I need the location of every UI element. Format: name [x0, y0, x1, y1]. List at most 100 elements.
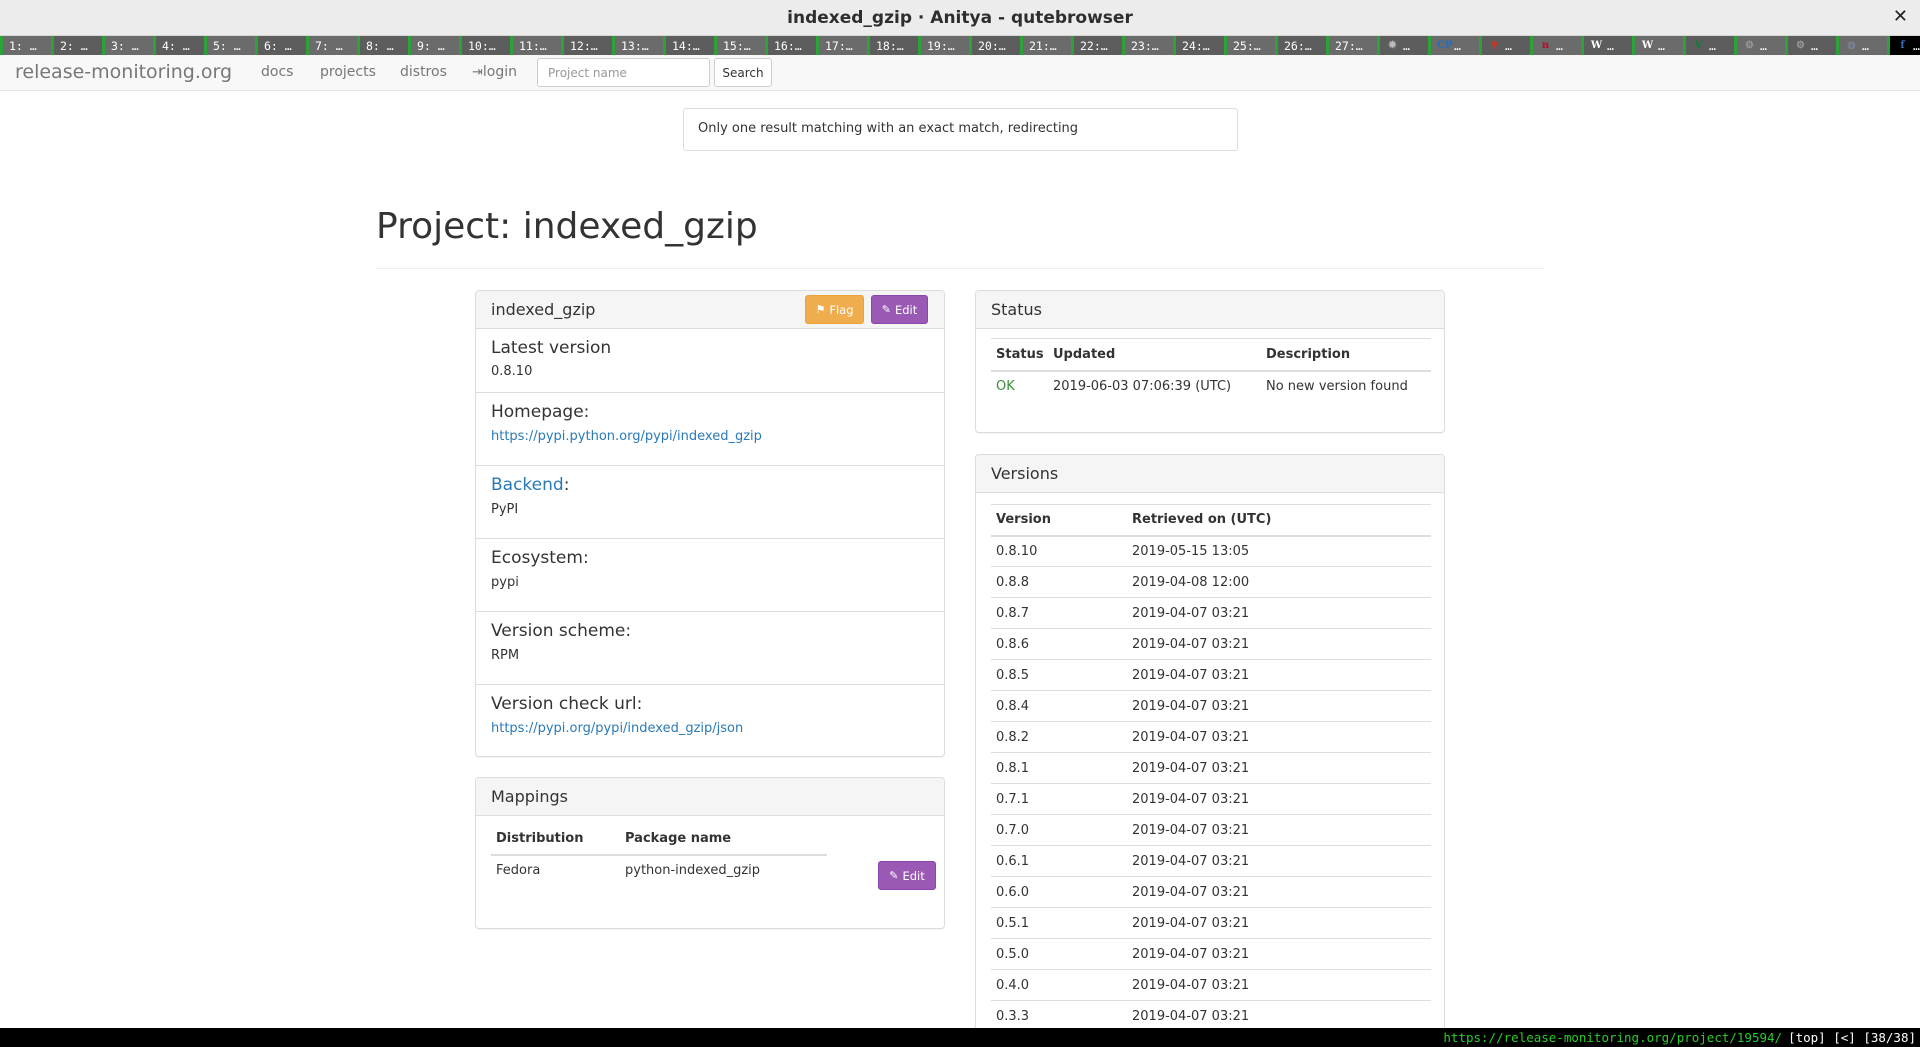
browser-tab[interactable]: CP… — [1428, 36, 1479, 55]
ecosystem-label: Ecosystem: — [491, 548, 589, 568]
version-number: 0.7.0 — [991, 814, 1127, 846]
nav-distros-link[interactable]: distros — [400, 64, 447, 80]
browser-tab[interactable]: 23:… — [1122, 36, 1173, 55]
tab-label: 6: … — [264, 38, 292, 53]
browser-tab[interactable]: 6: … — [255, 36, 306, 55]
fedora-icon: f — [1900, 40, 1905, 51]
version-retrieved: 2019-04-07 03:21 — [1127, 690, 1431, 722]
browser-tab[interactable]: 15:… — [714, 36, 765, 55]
mappings-heading: Mappings — [476, 778, 944, 816]
tab-label: 21:… — [1029, 38, 1057, 53]
version-number: 0.8.1 — [991, 752, 1127, 784]
latest-version-label: Latest version — [491, 338, 612, 358]
table-row: 0.8.7 2019-04-07 03:21 — [991, 597, 1431, 629]
flag-icon: ⚑ — [815, 303, 826, 316]
mapping-package: python-indexed_gzip — [625, 863, 761, 878]
browser-tab[interactable]: 22:… — [1071, 36, 1122, 55]
versions-body: 0.8.10 2019-05-15 13:05 0.8.8 2019-04-08 12… — [991, 535, 1431, 1028]
version-number: 0.8.7 — [991, 597, 1127, 629]
bug-icon: ✹ — [1388, 40, 1397, 51]
browser-tab[interactable]: ⚙… — [1734, 36, 1785, 55]
tab-label: … — [1505, 38, 1512, 53]
tab-label: … — [1709, 38, 1716, 53]
flag-button[interactable]: ⚑ Flag — [805, 295, 864, 324]
tab-label: … — [1403, 38, 1410, 53]
browser-tab[interactable]: n… — [1530, 36, 1581, 55]
browser-tab[interactable]: f… — [1887, 36, 1920, 55]
table-row: 0.8.4 2019-04-07 03:21 — [991, 690, 1431, 722]
browser-tab[interactable]: 3: … — [102, 36, 153, 55]
versions-panel: Versions Version Retrieved on (UTC) 0.8.… — [975, 454, 1445, 1028]
browser-tab[interactable]: ◍… — [1836, 36, 1887, 55]
browser-tab[interactable]: 16:… — [765, 36, 816, 55]
edit-mapping-button[interactable]: ✎ Edit — [878, 861, 936, 890]
browser-tab[interactable]: 7: … — [306, 36, 357, 55]
backend-link[interactable]: Backend — [491, 475, 564, 495]
nav-login-link[interactable]: ⇥login — [472, 64, 517, 80]
edit-project-button[interactable]: ✎ Edit — [871, 295, 928, 324]
browser-tab[interactable]: 9: … — [408, 36, 459, 55]
brand-link[interactable]: release-monitoring.org — [15, 61, 232, 83]
browser-tab[interactable]: 13:… — [612, 36, 663, 55]
browser-tab[interactable]: 25:… — [1224, 36, 1275, 55]
table-row: 0.6.0 2019-04-07 03:21 — [991, 876, 1431, 908]
browser-tab[interactable]: 17:… — [816, 36, 867, 55]
versions-header-version: Version — [991, 504, 1127, 537]
browser-tab[interactable]: 24:… — [1173, 36, 1224, 55]
tab-label: 17:… — [825, 38, 853, 53]
version-number: 0.8.8 — [991, 566, 1127, 598]
browser-tab[interactable]: 5: … — [204, 36, 255, 55]
browser-tab[interactable]: 8: … — [357, 36, 408, 55]
browser-tab[interactable]: 18:… — [867, 36, 918, 55]
project-search-input[interactable] — [537, 58, 710, 87]
browser-tab[interactable]: ✹… — [1377, 36, 1428, 55]
browser-tab[interactable]: W… — [1581, 36, 1632, 55]
wikipedia-icon: W — [1641, 40, 1654, 51]
browser-tab[interactable]: 14:… — [663, 36, 714, 55]
browser-tab[interactable]: 26:… — [1275, 36, 1326, 55]
browser-tab[interactable]: ⚙… — [1785, 36, 1836, 55]
gear-icon: ⚙ — [1796, 40, 1805, 51]
nav-docs-link[interactable]: docs — [261, 64, 293, 80]
close-icon[interactable]: ✕ — [1893, 6, 1908, 27]
tab-label: 15:… — [723, 38, 751, 53]
browser-tab[interactable]: V… — [1683, 36, 1734, 55]
tab-label: 2: … — [60, 38, 88, 53]
version-number: 0.5.0 — [991, 938, 1127, 970]
browser-tab[interactable]: 20:… — [969, 36, 1020, 55]
nav-projects-link[interactable]: projects — [320, 64, 376, 80]
search-button[interactable]: Search — [714, 58, 772, 87]
homepage-link[interactable]: https://pypi.python.org/pypi/indexed_gzi… — [491, 429, 762, 444]
table-row: 0.8.10 2019-05-15 13:05 — [991, 535, 1431, 567]
flag-label: Flag — [829, 302, 854, 317]
table-row: 0.5.0 2019-04-07 03:21 — [991, 938, 1431, 970]
browser-tab[interactable]: 27:… — [1326, 36, 1377, 55]
latest-version-item: Latest version 0.8.10 — [476, 329, 944, 392]
version-check-url-link[interactable]: https://pypi.org/pypi/indexed_gzip/json — [491, 721, 743, 736]
table-row: 0.7.1 2019-04-07 03:21 — [991, 783, 1431, 815]
table-row: 0.5.1 2019-04-07 03:21 — [991, 907, 1431, 939]
n-icon: n — [1541, 40, 1550, 51]
table-row: OK 2019-06-03 07:06:39 (UTC) No new vers… — [991, 371, 1431, 402]
browser-tab[interactable]: 11:… — [510, 36, 561, 55]
project-name: indexed_gzip — [491, 300, 596, 319]
version-number: 0.6.1 — [991, 845, 1127, 877]
tab-label: 7: … — [315, 38, 343, 53]
tab-label: 11:… — [519, 38, 547, 53]
latest-version-value: 0.8.10 — [491, 364, 533, 379]
browser-tab[interactable]: W… — [1632, 36, 1683, 55]
browser-tab[interactable]: ▼… — [1479, 36, 1530, 55]
browser-tab[interactable]: 19:… — [918, 36, 969, 55]
browser-tab[interactable]: 4: … — [153, 36, 204, 55]
version-retrieved: 2019-04-07 03:21 — [1127, 938, 1431, 970]
tab-label: 1: … — [9, 38, 37, 53]
browser-tab[interactable]: 2: … — [51, 36, 102, 55]
site-navbar: release-monitoring.org docs projects dis… — [0, 55, 1920, 91]
browser-tab[interactable]: 10:… — [459, 36, 510, 55]
table-row: 0.8.5 2019-04-07 03:21 — [991, 659, 1431, 691]
wikipedia-icon: W — [1590, 40, 1603, 51]
browser-tab[interactable]: 12:… — [561, 36, 612, 55]
browser-tab[interactable]: 1: … — [0, 36, 51, 55]
browser-tab[interactable]: 21:… — [1020, 36, 1071, 55]
version-retrieved: 2019-04-07 03:21 — [1127, 845, 1431, 877]
